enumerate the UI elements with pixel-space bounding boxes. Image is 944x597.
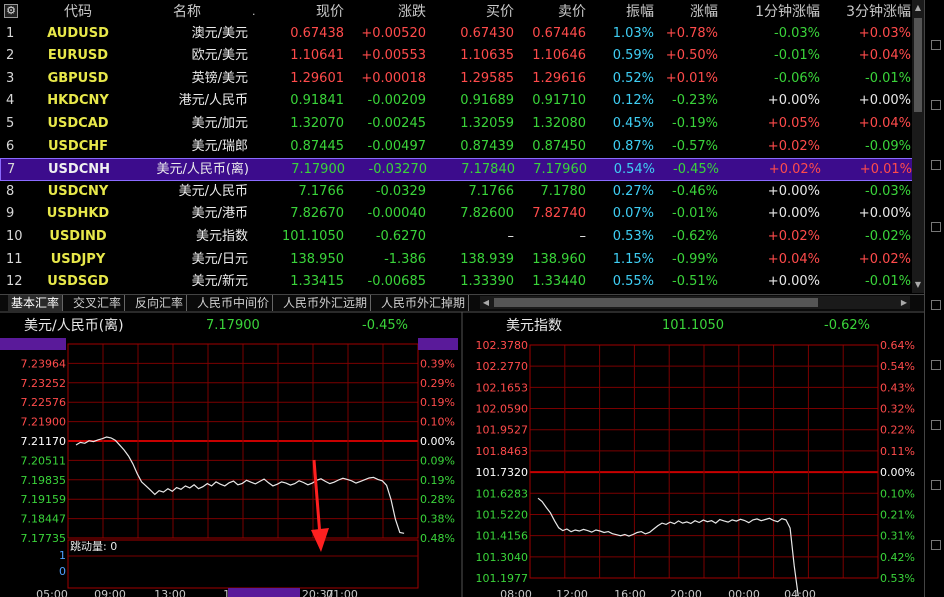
pct-tick-label: 0.11% [880,445,915,458]
y-tick-label: 101.6283 [476,487,529,500]
pct-tick-label: 0.54% [880,360,915,373]
pct-tick-label: 0.42% [880,551,915,564]
volume-tick-label: 1 [59,549,66,562]
side-box-icon[interactable] [931,420,941,430]
side-box-icon[interactable] [931,300,941,310]
x-tick-label: 13:00 [154,588,186,597]
y-tick-label: 7.17735 [21,532,67,545]
y-tick-label: 101.8463 [476,445,529,458]
side-box-icon[interactable] [931,160,941,170]
y-tick-label: 7.21900 [21,416,67,429]
y-tick-label: 7.23964 [21,357,67,370]
y-tick-label: 101.9527 [476,424,529,437]
price-highlight [0,338,66,350]
pct-tick-label: 0.28% [420,493,455,506]
pct-tick-label: 0.00% [880,466,915,479]
x-tick-label: 16:00 [614,588,646,597]
x-tick-label: 12:00 [556,588,588,597]
y-tick-label: 101.7320 [476,466,529,479]
y-tick-label: 7.18447 [21,513,67,526]
volume-label: 跳动量: 0 [70,539,117,553]
x-tick-label: 08:00 [500,588,532,597]
pct-tick-label: 0.29% [420,377,455,390]
y-tick-label: 102.0590 [476,403,529,416]
y-tick-label: 101.1977 [476,572,529,585]
y-tick-label: 7.23252 [21,377,67,390]
volume-tick-label: 0 [59,565,66,578]
pct-tick-label: 0.09% [420,454,455,467]
y-tick-label: 102.3780 [476,339,529,352]
time-cursor [228,588,300,597]
y-tick-label: 7.19835 [21,474,67,487]
side-box-icon[interactable] [931,480,941,490]
pct-tick-label: 0.22% [880,424,915,437]
x-tick-label: 20:00 [670,588,702,597]
annotation-arrow [312,459,322,537]
price-line [537,497,799,597]
volume-frame [67,539,419,589]
side-box-icon[interactable] [931,222,941,232]
side-box-icon[interactable] [931,360,941,370]
pct-tick-label: 0.19% [420,396,455,409]
x-tick-label: 05:00 [36,588,68,597]
pct-tick-label: 0.10% [880,487,915,500]
right-side-strip [924,0,944,597]
intraday-charts: 7.246057.239647.232527.225767.219007.211… [0,311,924,597]
y-tick-label: 7.21170 [21,435,67,448]
pct-tick-label: 0.31% [880,530,915,543]
side-box-icon[interactable] [931,540,941,550]
pct-tick-label: 0.48% [420,532,455,545]
pct-tick-label: 0.19% [420,474,455,487]
pct-tick-label: 0.10% [420,416,455,429]
x-tick-label: 09:00 [94,588,126,597]
pct-tick-label: 0.21% [880,508,915,521]
side-box-icon[interactable] [931,100,941,110]
pct-tick-label: 0.53% [880,572,915,585]
side-box-icon[interactable] [931,40,941,50]
y-tick-label: 7.22576 [21,396,67,409]
pct-tick-label: 0.64% [880,339,915,352]
y-tick-label: 7.20511 [21,454,67,467]
y-tick-label: 102.2770 [476,360,529,373]
pct-tick-label: 0.38% [420,513,455,526]
y-tick-label: 101.4156 [476,530,529,543]
y-tick-label: 102.1653 [476,381,529,394]
pct-tick-label: 0.32% [880,403,915,416]
pct-tick-label: 0.39% [420,357,455,370]
pct-highlight [418,338,458,350]
y-tick-label: 101.3040 [476,551,529,564]
pct-tick-label: 0.43% [880,381,915,394]
y-tick-label: 101.5220 [476,508,529,521]
x-tick-label: 00:00 [728,588,760,597]
y-tick-label: 7.19159 [21,493,67,506]
x-tick-label: 01:00 [326,588,358,597]
pct-tick-label: 0.00% [420,435,455,448]
x-tick-label: 04:00 [784,588,816,597]
